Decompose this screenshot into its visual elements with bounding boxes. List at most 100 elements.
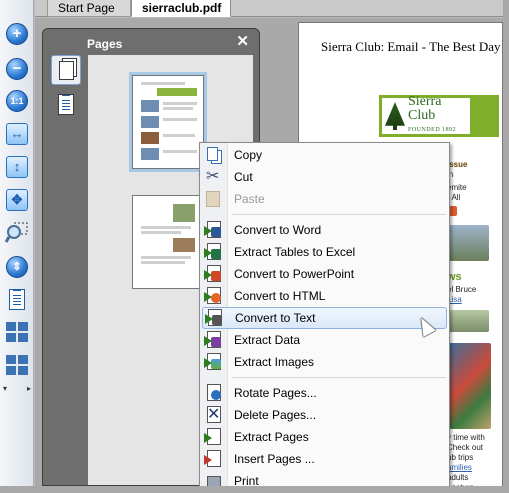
menu-item-label: Convert to Word [234,223,322,237]
menu-item-label: Extract Images [234,355,315,369]
menu-item-label: Convert to PowerPoint [234,267,355,281]
snippet: el Bruce [447,285,477,294]
menu-item-insert-pages[interactable]: Insert Pages ... [202,448,447,470]
snippet: adults [447,473,469,482]
page-image [449,310,489,332]
menu-item-label: Paste [234,192,265,206]
page-thumbnail-1[interactable] [129,72,207,172]
snippet: ub trips [447,453,474,462]
menu-item-extract-pages[interactable]: Extract Pages [202,426,447,448]
continuous-button[interactable] [5,353,29,377]
issue-text: Issue [447,160,468,169]
page-image [449,206,457,216]
extract-data-icon [204,331,222,349]
snippet: y time with [447,433,485,442]
convert-to-html-icon [204,287,222,305]
chevron-right-icon[interactable]: ▸ [27,384,31,396]
menu-item-convert-to-word[interactable]: Convert to Word [202,219,447,241]
convert-to-word-icon [204,221,222,239]
delete-pages-icon: ✕ [207,406,221,423]
toolbar-overflow[interactable]: ▾ ▸ [3,384,31,396]
menu-item-extract-images[interactable]: Extract Images [202,351,447,373]
page-image [449,225,489,261]
tab-start-page[interactable]: Start Page [47,0,131,17]
two-page-button[interactable] [5,320,29,344]
menu-item-copy[interactable]: Copy [202,144,447,166]
menu-item-extract-data[interactable]: Extract Data [202,329,447,351]
cut-icon: ✂ [206,168,220,185]
panel-tab-pages[interactable] [51,55,81,85]
single-page-button[interactable] [5,287,29,311]
tree-logo-icon [385,102,405,130]
close-icon[interactable]: ✕ [236,34,249,49]
fit-height-button[interactable]: ↕ [5,155,29,179]
actual-size-button[interactable]: 1:1 [5,89,29,113]
zoom-toolbar: + − 1:1 ↔ ↕ ✥ ⇕ ▾ ▸ [0,0,34,486]
fit-page-button[interactable]: ✥ [5,188,29,212]
sierra-club-logo: Sierra Club FOUNDED 1892 [379,95,499,137]
snippet: Check out [447,443,484,452]
extract-images-icon [204,353,222,371]
scroll-icon: ⇕ [6,256,28,278]
window-frame [0,486,509,493]
fit-width-button[interactable]: ↔ [5,122,29,146]
paste-icon [204,190,222,208]
extract-pages-icon [204,428,222,446]
menu-item-label: Convert to Text [235,311,316,325]
chevron-down-icon[interactable]: ▾ [3,384,7,396]
panel-tab-page-view[interactable] [51,89,81,119]
scroll-mode-button[interactable]: ⇕ [5,255,29,279]
page-view-icon [58,93,74,115]
menu-item-extract-tables-excel[interactable]: Extract Tables to Excel [202,241,447,263]
menu-item-convert-to-text[interactable]: Convert to Text [202,307,447,329]
snippet-link[interactable]: amilies [447,463,472,473]
menu-item-label: Cut [234,170,253,184]
menu-item-label: Extract Pages [234,430,309,444]
page-thumbnail-2[interactable] [132,195,204,289]
actual-size-icon: 1:1 [6,90,28,112]
logo-line-1: Sierra [408,94,442,109]
fit-page-icon: ✥ [6,189,28,211]
pages-icon [58,60,74,80]
convert-to-powerpoint-icon [204,265,222,283]
zoom-select-icon [5,222,28,243]
menu-item-label: Rotate Pages... [234,386,317,400]
window-frame [503,0,509,493]
menu-item-label: Delete Pages... [234,408,317,422]
extract-tables-excel-icon [204,243,222,261]
tab-sierraclub-pdf[interactable]: sierraclub.pdf [131,0,231,17]
insert-pages-icon [204,450,222,468]
menu-item-convert-to-html[interactable]: Convert to HTML [202,285,447,307]
menu-separator [232,377,446,378]
menu-separator [232,214,446,215]
rotate-pages-icon [204,384,222,402]
convert-to-text-icon [205,309,223,327]
menu-item-label: Extract Tables to Excel [234,245,356,259]
zoom-in-icon: + [6,23,28,45]
kayak-photo [449,343,491,429]
menu-item-label: Copy [234,148,263,162]
logo-line-2: Club [408,108,436,123]
logo-tagline: FOUNDED 1892 [408,127,457,133]
menu-item-label: Convert to HTML [234,289,326,303]
fit-width-icon: ↔ [6,123,28,145]
zoom-in-button[interactable]: + [5,22,29,46]
menu-item-cut[interactable]: ✂ Cut [202,166,447,188]
menu-item-label: Extract Data [234,333,301,347]
menu-item-rotate-pages[interactable]: Rotate Pages... [202,382,447,404]
zoom-out-icon: − [6,58,28,80]
menu-item-convert-to-powerpoint[interactable]: Convert to PowerPoint [202,263,447,285]
zoom-select-button[interactable] [5,221,29,245]
context-menu: Copy ✂ Cut Paste Convert to Word Extract… [199,142,450,488]
zoom-out-button[interactable]: − [5,57,29,81]
menu-item-label: Insert Pages ... [234,452,315,466]
continuous-icon [6,355,28,375]
single-page-icon [9,288,25,310]
menu-item-delete-pages[interactable]: ✕ Delete Pages... [202,404,447,426]
menu-item-paste[interactable]: Paste [202,188,447,210]
two-page-icon [6,322,28,342]
document-tabs: Start Page sierraclub.pdf [35,0,503,17]
panel-title: Pages [87,37,123,51]
copy-icon [204,146,222,164]
page-header-text: Sierra Club: Email - The Best Day [321,39,501,54]
